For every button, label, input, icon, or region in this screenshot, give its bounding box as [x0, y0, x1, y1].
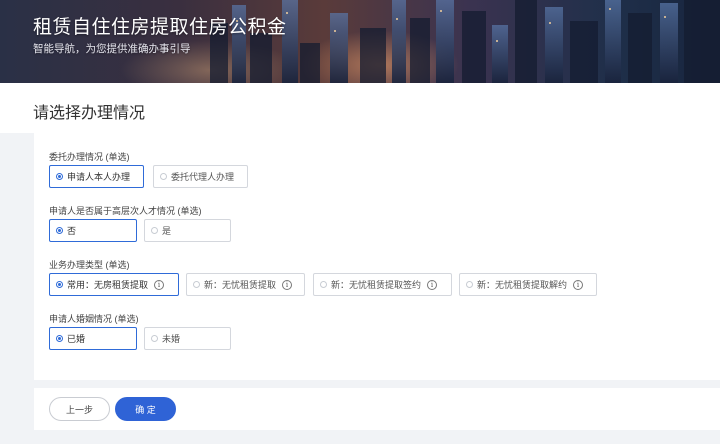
radio-icon [193, 281, 200, 288]
header-banner: 租赁自住住房提取住房公积金 智能导航，为您提供准确办事引导 [0, 0, 720, 83]
option-label: 否 [67, 226, 77, 236]
info-icon[interactable]: i [427, 279, 438, 290]
option-married[interactable]: 已婚 [49, 327, 137, 350]
options-card: 委托办理情况 (单选) 申请人本人办理 委托代理人办理 申请人是否属于高层次人才… [34, 133, 720, 380]
page-heading-bar: 请选择办理情况 [0, 83, 720, 133]
prev-step-button[interactable]: 上一步 [49, 397, 110, 421]
radio-icon [56, 281, 63, 288]
info-icon[interactable]: i [154, 279, 165, 290]
option-agent-handle[interactable]: 委托代理人办理 [153, 165, 248, 188]
page-title: 请选择办理情况 [33, 105, 146, 122]
option-self-handle[interactable]: 申请人本人办理 [49, 165, 144, 188]
option-label: 已婚 [67, 334, 86, 344]
radio-icon [56, 335, 63, 342]
option-label: 是 [162, 226, 172, 236]
info-icon[interactable]: i [573, 279, 584, 290]
action-footer: 上一步 确 定 [34, 388, 720, 430]
radio-icon [151, 335, 158, 342]
radio-icon [56, 173, 63, 180]
radio-icon [466, 281, 473, 288]
option-label: 新：无忧租赁提取解约 [477, 280, 568, 290]
option-worry-free-rent[interactable]: 新：无忧租赁提取 i [186, 273, 305, 296]
option-talent-no[interactable]: 否 [49, 219, 137, 242]
radio-icon [56, 227, 63, 234]
confirm-button[interactable]: 确 定 [115, 397, 176, 421]
option-worry-free-sign[interactable]: 新：无忧租赁提取签约 i [313, 273, 452, 296]
option-talent-yes[interactable]: 是 [144, 219, 231, 242]
section-label-marital: 申请人婚姻情况 (单选) [49, 314, 139, 324]
radio-icon [320, 281, 327, 288]
option-label: 新：无忧租赁提取签约 [331, 280, 422, 290]
option-worry-free-cancel[interactable]: 新：无忧租赁提取解约 i [459, 273, 597, 296]
section-label-business-type: 业务办理类型 (单选) [49, 260, 130, 270]
option-no-house-rent[interactable]: 常用：无房租赁提取 i [49, 273, 179, 296]
section-label-delegation: 委托办理情况 (单选) [49, 152, 130, 162]
radio-icon [151, 227, 158, 234]
banner-title: 租赁自住住房提取住房公积金 [33, 17, 287, 38]
info-icon[interactable]: i [282, 279, 293, 290]
option-unmarried[interactable]: 未婚 [144, 327, 231, 350]
option-label: 申请人本人办理 [67, 172, 131, 182]
section-label-talent: 申请人是否属于高层次人才情况 (单选) [49, 206, 202, 216]
banner-subtitle: 智能导航，为您提供准确办事引导 [33, 43, 191, 55]
option-label: 未婚 [162, 334, 181, 344]
option-label: 委托代理人办理 [171, 172, 235, 182]
option-label: 常用：无房租赁提取 [67, 280, 149, 290]
option-label: 新：无忧租赁提取 [204, 280, 277, 290]
radio-icon [160, 173, 167, 180]
